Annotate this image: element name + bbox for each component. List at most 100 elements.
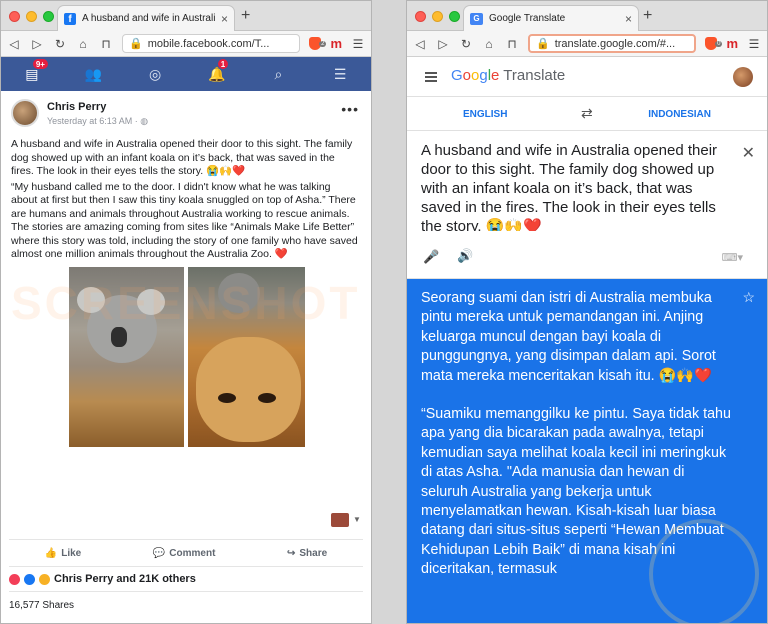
browser-tab-facebook[interactable]: f A husband and wife in Australia op × — [57, 5, 235, 31]
comment-label: Comment — [169, 547, 216, 559]
source-language-button[interactable]: ENGLISH — [463, 109, 507, 120]
close-window-button[interactable] — [9, 11, 20, 22]
source-text-area[interactable]: A husband and wife in Australia opened t… — [407, 131, 767, 231]
tab-title: A husband and wife in Australia op — [82, 13, 215, 24]
browser-tab-translate[interactable]: G Google Translate × — [463, 5, 639, 31]
extension-m-icon[interactable]: m — [726, 36, 738, 51]
close-tab-icon[interactable]: × — [625, 12, 632, 26]
extension-m-icon[interactable]: m — [330, 36, 342, 51]
facebook-nav-bar: ▤ 9+ 👥 ◎ 🔔 1 ⌕ ☰ — [1, 57, 371, 91]
shares-count[interactable]: 16,577 Shares — [9, 591, 363, 611]
home-icon[interactable]: ⌂ — [482, 37, 496, 51]
bookmark-icon[interactable]: ⊓ — [505, 37, 519, 51]
reload-icon[interactable]: ↻ — [53, 37, 67, 51]
menu-icon[interactable]: ☰ — [330, 64, 350, 84]
notifications-badge: 1 — [216, 58, 230, 70]
source-text[interactable]: A husband and wife in Australia opened t… — [421, 141, 733, 231]
back-icon[interactable]: ◁ — [413, 37, 427, 51]
google-translate-logo[interactable]: Google Translate — [451, 67, 565, 84]
minimize-window-button[interactable] — [26, 11, 37, 22]
microphone-icon[interactable]: 🎤 — [423, 249, 439, 265]
shield-count: 2 — [319, 41, 327, 47]
avatar[interactable] — [733, 67, 753, 87]
post-paragraph: A husband and wife in Australia opened t… — [11, 138, 353, 177]
clear-text-icon[interactable]: ✕ — [742, 143, 755, 163]
notifications-icon[interactable]: 🔔 1 — [207, 58, 230, 84]
avatar[interactable] — [11, 99, 39, 127]
share-icon: ↪ — [286, 547, 296, 559]
back-icon[interactable]: ◁ — [7, 37, 21, 51]
react-avatar[interactable] — [331, 513, 349, 527]
target-language-button[interactable]: INDONESIAN — [648, 109, 711, 120]
globe-icon: ◍ — [140, 116, 149, 126]
source-tools: 🎤 🔊 ⌨▾ — [407, 231, 767, 279]
brave-shield-icon[interactable]: 0 — [705, 37, 723, 50]
language-bar: ENGLISH ⇄ INDONESIAN — [407, 97, 767, 131]
comment-button[interactable]: 💬 Comment — [153, 548, 216, 559]
speaker-icon[interactable]: 🔊 — [457, 248, 473, 264]
address-bar[interactable]: 🔒 translate.google.com/#... — [528, 34, 697, 53]
feed-badge: 9+ — [31, 58, 49, 70]
translation-paragraph: “Suamiku memanggilku ke pintu. Saya tida… — [421, 406, 731, 578]
more-options-icon[interactable]: ••• — [341, 101, 359, 117]
share-label: Share — [299, 547, 328, 559]
share-button[interactable]: ↪ Share — [287, 548, 327, 559]
forward-icon[interactable]: ▷ — [30, 37, 44, 51]
like-label: Like — [61, 547, 82, 559]
post-card: Chris Perry Yesterday at 6:13 AM · ◍ •••… — [1, 91, 371, 623]
forward-icon[interactable]: ▷ — [436, 37, 450, 51]
logo-product-text: Translate — [503, 67, 566, 84]
window-controls — [9, 11, 54, 22]
new-tab-button[interactable]: + — [643, 7, 652, 25]
shield-count: 0 — [715, 41, 723, 47]
dog-with-koala-photo[interactable] — [188, 267, 305, 447]
post-paragraph: “My husband called me to the door. I did… — [11, 180, 358, 261]
messenger-icon[interactable]: ◎ — [145, 64, 165, 84]
chevron-down-icon[interactable]: ▼ — [353, 515, 361, 524]
browser-toolbar: ◁ ▷ ↻ ⌂ ⊓ 🔒 mobile.facebook.com/T... 2 m… — [1, 31, 371, 57]
menu-icon[interactable]: ☰ — [747, 37, 761, 51]
shares-text: 16,577 Shares — [9, 600, 75, 611]
reactions-summary[interactable]: Chris Perry and 21K others — [9, 573, 196, 585]
zoom-window-button[interactable] — [43, 11, 54, 22]
facebook-browser-window: f A husband and wife in Australia op × +… — [0, 0, 372, 624]
brave-shield-icon[interactable]: 2 — [309, 37, 327, 50]
post-timestamp[interactable]: Yesterday at 6:13 AM · ◍ — [47, 116, 148, 127]
tab-title: Google Translate — [489, 13, 566, 24]
close-tab-icon[interactable]: × — [221, 12, 228, 26]
menu-icon[interactable]: ☰ — [351, 37, 365, 51]
post-actions: 👍 Like 💬 Comment ↪ Share — [9, 539, 363, 567]
home-icon[interactable]: ⌂ — [76, 37, 90, 51]
new-tab-button[interactable]: + — [241, 7, 250, 25]
post-photos[interactable] — [69, 267, 305, 447]
address-text: mobile.facebook.com/T... — [147, 37, 270, 50]
reload-icon[interactable]: ↻ — [459, 37, 473, 51]
lock-icon: 🔒 — [129, 38, 143, 50]
facebook-favicon-icon: f — [64, 12, 76, 25]
like-button[interactable]: 👍 Like — [45, 548, 81, 559]
translate-browser-window: G Google Translate × + ◁ ▷ ↻ ⌂ ⊓ 🔒 trans… — [406, 0, 768, 624]
close-window-button[interactable] — [415, 11, 426, 22]
swap-languages-icon[interactable]: ⇄ — [581, 105, 593, 122]
search-icon[interactable]: ⌕ — [268, 64, 288, 84]
bookmark-icon[interactable]: ⊓ — [99, 37, 113, 51]
friends-icon[interactable]: 👥 — [83, 64, 103, 84]
news-feed-icon[interactable]: ▤ 9+ — [22, 58, 49, 84]
post-text: A husband and wife in Australia opened t… — [11, 138, 359, 264]
tab-bar: G Google Translate × + — [407, 1, 767, 31]
star-icon[interactable]: ☆ — [742, 289, 755, 306]
zoom-window-button[interactable] — [449, 11, 460, 22]
hamburger-menu-icon[interactable] — [425, 72, 437, 82]
lock-icon: 🔒 — [536, 38, 550, 50]
translation-area: Seorang suami dan istri di Australia mem… — [407, 279, 767, 623]
tab-bar: f A husband and wife in Australia op × + — [1, 1, 371, 31]
koala-on-dog-photo[interactable] — [69, 267, 184, 447]
google-translate-favicon-icon: G — [470, 12, 483, 25]
address-bar[interactable]: 🔒 mobile.facebook.com/T... — [122, 34, 301, 53]
translation-paragraph: Seorang suami dan istri di Australia mem… — [421, 290, 716, 384]
reactions-text: Chris Perry and 21K others — [54, 573, 196, 585]
browser-toolbar: ◁ ▷ ↻ ⌂ ⊓ 🔒 translate.google.com/#... 0 … — [407, 31, 767, 57]
post-author[interactable]: Chris Perry — [47, 101, 106, 113]
keyboard-icon[interactable]: ⌨▾ — [722, 251, 743, 264]
minimize-window-button[interactable] — [432, 11, 443, 22]
